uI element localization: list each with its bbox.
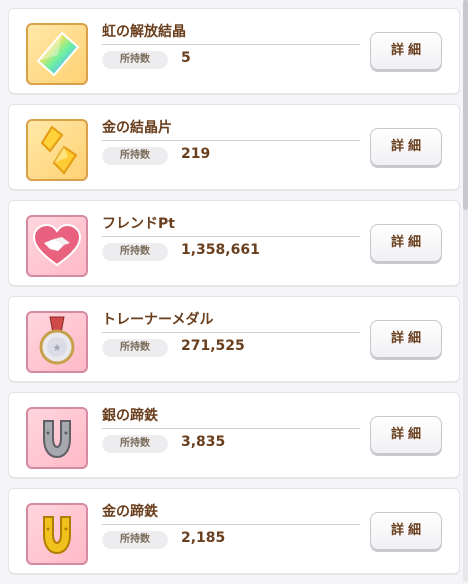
svg-text:★: ★ — [53, 343, 62, 354]
owned-label: 所持数 — [102, 243, 168, 261]
owned-count: 1,358,661 — [181, 242, 260, 258]
detail-button[interactable]: 詳細 — [370, 512, 442, 550]
list-item: 金の結晶片 所持数 219 詳細 — [8, 104, 460, 190]
detail-button[interactable]: 詳細 — [370, 416, 442, 454]
list-item: ★ トレーナーメダル 所持数 271,525 詳細 — [8, 296, 460, 382]
divider — [102, 236, 360, 237]
divider — [102, 428, 360, 429]
handshake-heart-icon — [26, 215, 88, 277]
item-name: 金の結晶片 — [102, 120, 172, 136]
divider — [102, 140, 360, 141]
owned-count: 3,835 — [181, 434, 226, 450]
owned-count: 2,185 — [181, 530, 226, 546]
gold-crystal-shards-icon — [26, 119, 88, 181]
owned-count: 5 — [181, 50, 191, 66]
detail-button[interactable]: 詳細 — [370, 32, 442, 70]
list-item: 銀の蹄鉄 所持数 3,835 詳細 — [8, 392, 460, 478]
item-name: トレーナーメダル — [102, 312, 214, 328]
list-item: フレンドPt 所持数 1,358,661 詳細 — [8, 200, 460, 286]
scrollbar[interactable] — [463, 0, 468, 582]
trainer-medal-icon: ★ — [26, 311, 88, 373]
owned-count: 219 — [181, 146, 211, 162]
silver-horseshoe-icon — [26, 407, 88, 469]
owned-label: 所持数 — [102, 339, 168, 357]
item-name: 金の蹄鉄 — [102, 504, 158, 520]
item-name: フレンドPt — [102, 216, 175, 232]
scroll-thumb[interactable] — [463, 0, 468, 210]
list-item: 金の蹄鉄 所持数 2,185 詳細 — [8, 488, 460, 574]
owned-label: 所持数 — [102, 435, 168, 453]
detail-button[interactable]: 詳細 — [370, 224, 442, 262]
owned-count: 271,525 — [181, 338, 245, 354]
owned-label: 所持数 — [102, 531, 168, 549]
divider — [102, 332, 360, 333]
divider — [102, 44, 360, 45]
item-list: 虹の解放結晶 所持数 5 詳細 金の結晶片 所持数 219 詳細 フレンドPt … — [8, 8, 460, 584]
list-item: 虹の解放結晶 所持数 5 詳細 — [8, 8, 460, 94]
owned-label: 所持数 — [102, 147, 168, 165]
detail-button[interactable]: 詳細 — [370, 320, 442, 358]
item-name: 虹の解放結晶 — [102, 24, 186, 40]
item-name: 銀の蹄鉄 — [102, 408, 158, 424]
divider — [102, 524, 360, 525]
detail-button[interactable]: 詳細 — [370, 128, 442, 166]
rainbow-crystal-icon — [26, 23, 88, 85]
owned-label: 所持数 — [102, 51, 168, 69]
gold-horseshoe-icon — [26, 503, 88, 565]
